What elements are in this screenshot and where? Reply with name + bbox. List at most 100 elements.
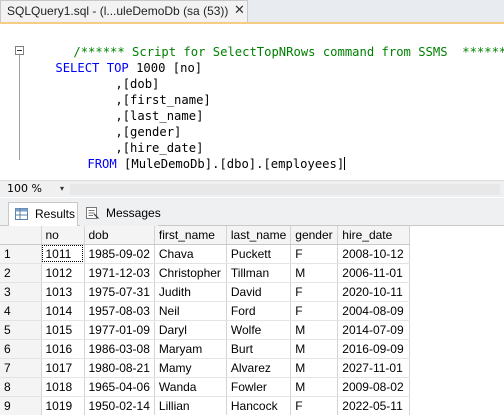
table-cell[interactable]: M [290, 320, 339, 340]
row-number[interactable]: 7 [0, 358, 42, 378]
table-cell[interactable]: 2020-10-11 [337, 282, 411, 302]
row-number[interactable]: 4 [0, 301, 42, 321]
table-cell[interactable]: Alvarez [226, 358, 292, 378]
table-row[interactable]: 7 1017 1980-08-21 Mamy Alvarez M 2027-11-01 [0, 358, 411, 378]
table-cell[interactable]: Wanda [154, 377, 227, 397]
table-cell[interactable]: 1980-08-21 [84, 358, 155, 378]
row-number[interactable]: 8 [0, 377, 42, 397]
collapse-icon[interactable] [15, 46, 24, 55]
table-cell[interactable]: Tillman [226, 263, 292, 283]
table-cell[interactable]: F [290, 244, 339, 264]
table-cell[interactable]: Mamy [154, 358, 227, 378]
table-cell[interactable]: Hancock [226, 396, 292, 415]
editor-status-strip: 100 % ▾ [0, 180, 504, 197]
table-row[interactable]: 9 1019 1950-02-14 Lillian Hancock F 2022-05-11 [0, 396, 411, 415]
document-tab-bar: SQLQuery1.sql - (l...uleDemoDb (sa (53))… [0, 0, 504, 22]
table-cell[interactable]: 1016 [41, 339, 85, 359]
table-cell[interactable]: 1011 [41, 244, 85, 264]
table-cell[interactable]: 1985-09-02 [84, 244, 155, 264]
column-header[interactable]: hire_date [337, 226, 411, 245]
editor-gutter [0, 24, 10, 180]
table-cell[interactable]: David [226, 282, 292, 302]
column-header[interactable]: dob [84, 226, 155, 245]
horizontal-scrollbar[interactable] [70, 184, 500, 195]
table-row[interactable]: 8 1018 1965-04-06 Wanda Fowler M 2009-08-02 [0, 377, 411, 397]
table-cell[interactable]: 1986-03-08 [84, 339, 155, 359]
code-line-column: ,[hire_date] [86, 124, 203, 155]
table-cell[interactable]: 1957-08-03 [84, 301, 155, 321]
table-cell[interactable]: 2027-11-01 [337, 358, 411, 378]
table-cell[interactable]: Burt [226, 339, 292, 359]
row-number[interactable]: 6 [0, 339, 42, 359]
table-cell[interactable]: Puckett [226, 244, 292, 264]
code-line-column: ,[last_name] [86, 92, 203, 123]
table-cell[interactable]: 1019 [41, 396, 85, 415]
table-cell[interactable]: M [290, 263, 339, 283]
results-tab-bar: Results Messages [0, 198, 504, 226]
table-row[interactable]: 1 1011 1985-09-02 Chava Puckett F 2008-10-12 [0, 244, 411, 264]
tab-results[interactable]: Results [8, 202, 78, 226]
table-cell[interactable]: 2014-07-09 [337, 320, 411, 340]
row-number[interactable]: 3 [0, 282, 42, 302]
table-cell[interactable]: F [290, 396, 339, 415]
table-cell[interactable]: Judith [154, 282, 227, 302]
row-number[interactable]: 1 [0, 244, 42, 264]
table-cell[interactable]: Ford [226, 301, 292, 321]
code-line-select: SELECT TOP 1000 [no] [26, 44, 202, 75]
from-table-name: [MuleDemoDb].[dbo].[employees] [116, 157, 345, 171]
table-cell[interactable]: Neil [154, 301, 227, 321]
table-cell[interactable]: Lillian [154, 396, 227, 415]
table-cell[interactable]: 2009-08-02 [337, 377, 411, 397]
table-row[interactable]: 4 1014 1957-08-03 Neil Ford F 2004-08-09 [0, 301, 411, 321]
table-cell[interactable]: 1017 [41, 358, 85, 378]
table-cell[interactable]: Maryam [154, 339, 227, 359]
table-cell[interactable]: 1950-02-14 [84, 396, 155, 415]
table-cell[interactable]: 1018 [41, 377, 85, 397]
table-cell[interactable]: 1965-04-06 [84, 377, 155, 397]
table-cell[interactable]: 1977-01-09 [84, 320, 155, 340]
table-cell[interactable]: Chava [154, 244, 227, 264]
table-cell[interactable]: 2006-11-01 [337, 263, 411, 283]
row-header-corner[interactable] [0, 226, 42, 245]
column-header[interactable]: first_name [154, 226, 227, 245]
code-line-from: FROM [MuleDemoDb].[dbo].[employees] [58, 140, 346, 171]
table-cell[interactable]: 2008-10-12 [337, 244, 411, 264]
table-cell[interactable]: Christopher [154, 263, 227, 283]
row-number[interactable]: 9 [0, 396, 42, 415]
tab-messages[interactable]: Messages [80, 202, 161, 226]
table-cell[interactable]: F [290, 282, 339, 302]
results-grid[interactable]: no dob first_name last_name gender hire_… [0, 226, 504, 415]
query-document-tab[interactable]: SQLQuery1.sql - (l...uleDemoDb (sa (53))… [0, 0, 248, 22]
table-cell[interactable]: M [290, 377, 339, 397]
table-cell[interactable]: 1015 [41, 320, 85, 340]
table-cell[interactable]: 1014 [41, 301, 85, 321]
row-number[interactable]: 5 [0, 320, 42, 340]
table-cell[interactable]: Daryl [154, 320, 227, 340]
table-row[interactable]: 2 1012 1971-12-03 Christopher Tillman M 2006-1… [0, 263, 411, 283]
zoom-dropdown[interactable]: 100 % ▾ [4, 182, 66, 196]
table-cell[interactable]: F [290, 301, 339, 321]
column-header[interactable]: gender [290, 226, 339, 245]
table-cell[interactable]: 1012 [41, 263, 85, 283]
table-cell[interactable]: Wolfe [226, 320, 292, 340]
table-cell[interactable]: 1975-07-31 [84, 282, 155, 302]
table-row[interactable]: 3 1013 1975-07-31 Judith David F 2020-10-11 [0, 282, 411, 302]
table-cell[interactable]: M [290, 358, 339, 378]
zoom-level: 100 % [7, 182, 42, 195]
table-cell[interactable]: 2004-08-09 [337, 301, 411, 321]
column-header[interactable]: no [41, 226, 85, 245]
column-header[interactable]: last_name [226, 226, 292, 245]
query-editor[interactable]: /****** Script for SelectTopNRows comman… [0, 24, 504, 180]
messages-tab-label: Messages [106, 206, 161, 220]
row-number[interactable]: 2 [0, 263, 42, 283]
table-row[interactable]: 6 1016 1986-03-08 Maryam Burt M 2016-09-09 [0, 339, 411, 359]
table-row[interactable]: 5 1015 1977-01-09 Daryl Wolfe M 2014-07-09 [0, 320, 411, 340]
table-cell[interactable]: 2016-09-09 [337, 339, 411, 359]
table-cell[interactable]: M [290, 339, 339, 359]
outline-guide [19, 52, 20, 160]
table-cell[interactable]: 2022-05-11 [337, 396, 411, 415]
table-cell[interactable]: 1971-12-03 [84, 263, 155, 283]
close-icon[interactable]: ✕ [234, 3, 245, 19]
table-cell[interactable]: Fowler [226, 377, 292, 397]
table-cell[interactable]: 1013 [41, 282, 85, 302]
